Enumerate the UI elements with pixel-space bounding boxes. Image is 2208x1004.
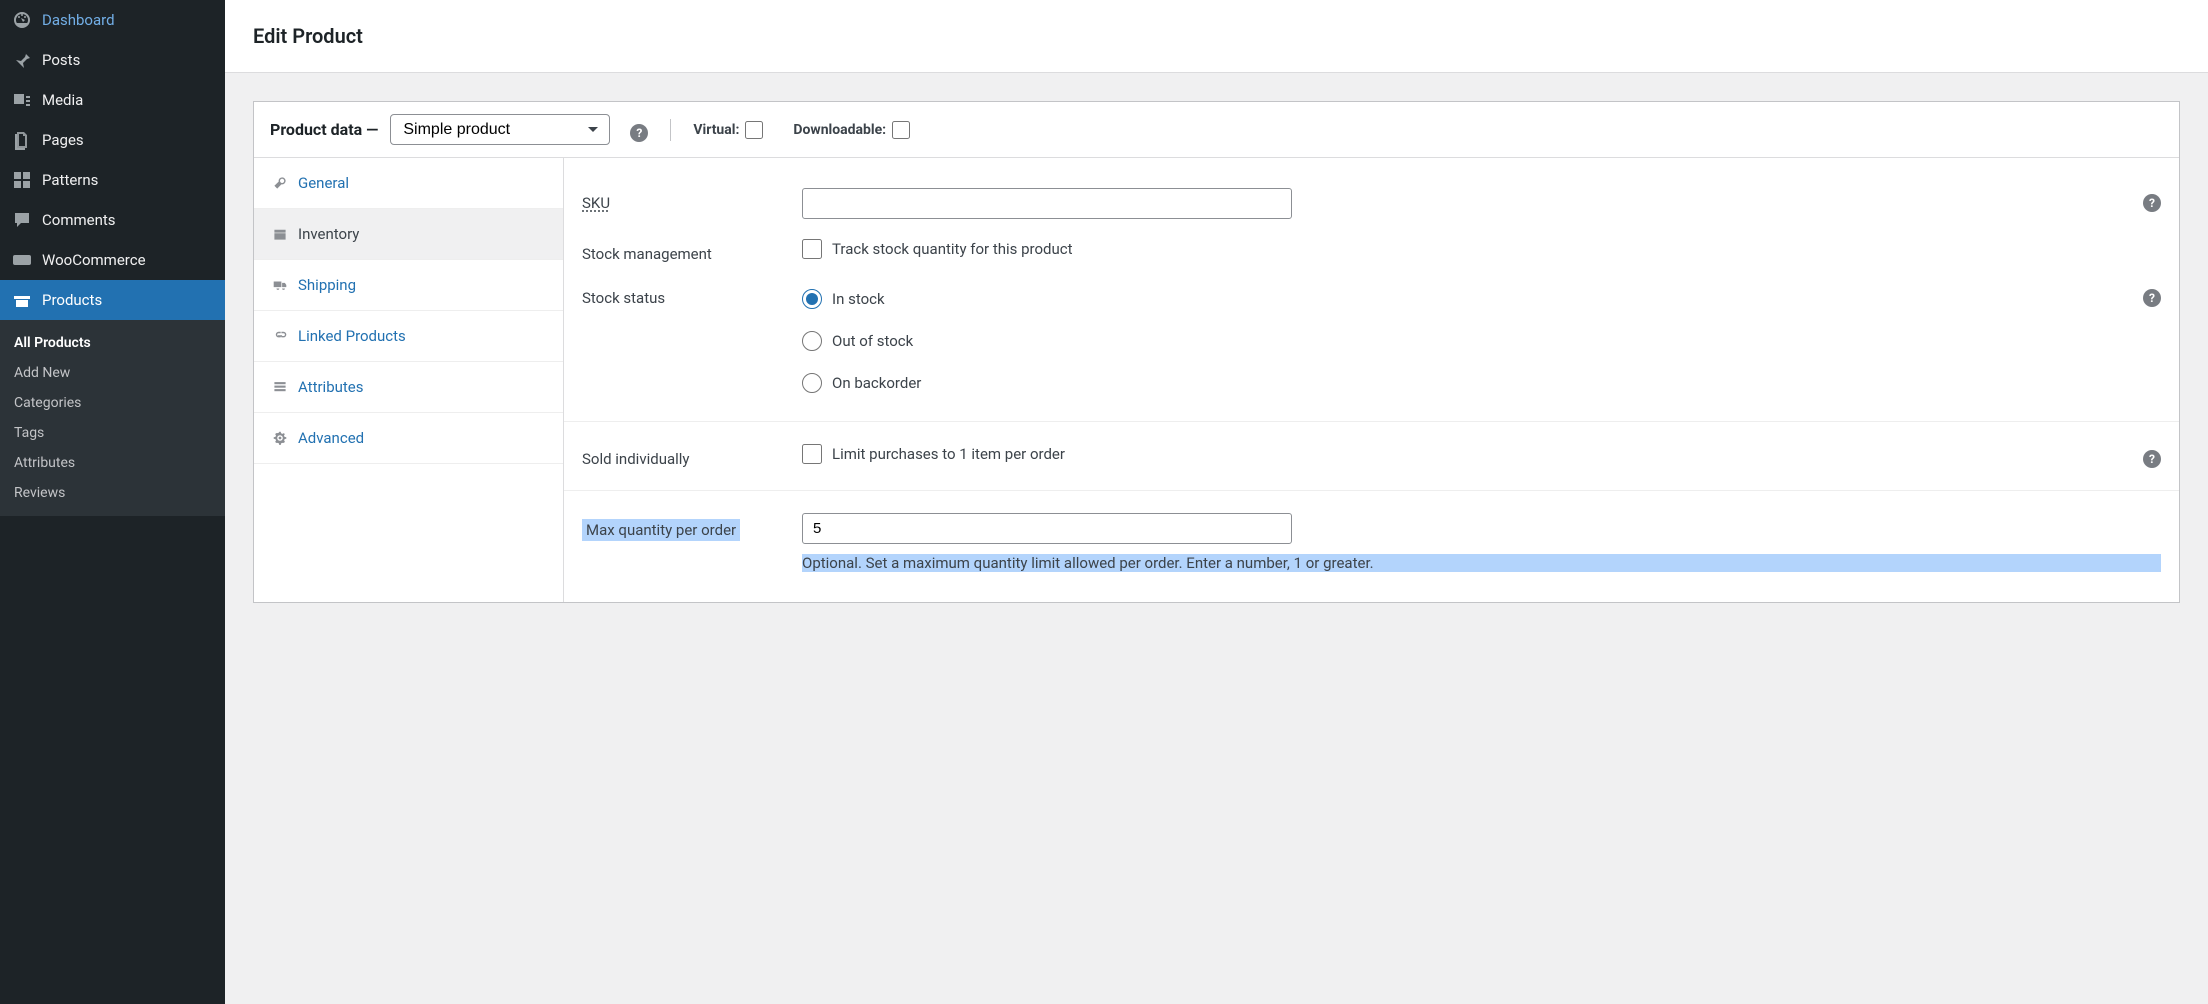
virtual-toggle[interactable]: Virtual: (693, 121, 763, 139)
sidebar-item-pages[interactable]: Pages (0, 120, 225, 160)
sidebar-item-label: Comments (42, 211, 116, 229)
stock-status-radio-instock[interactable] (802, 289, 822, 309)
pages-icon (12, 130, 32, 150)
admin-sidebar: Dashboard Posts Media Pages Patterns Com… (0, 0, 225, 1004)
sku-input[interactable] (802, 188, 1292, 219)
divider (670, 119, 671, 141)
stock-management-checkbox-label: Track stock quantity for this product (832, 240, 1073, 258)
label-max-qty-text: Max quantity per order (582, 519, 740, 541)
max-qty-input[interactable] (802, 513, 1292, 544)
sold-individually-checkbox-row[interactable]: Limit purchases to 1 item per order (802, 444, 2123, 464)
help-icon[interactable]: ? (2143, 450, 2161, 468)
downloadable-label: Downloadable: (793, 122, 886, 138)
sidebar-item-label: Pages (42, 131, 84, 149)
product-data-tabs: General Inventory Shipping Linked P (254, 158, 564, 602)
sidebar-item-label: WooCommerce (42, 251, 146, 269)
label-stock-management: Stock management (582, 239, 782, 263)
label-stock-status: Stock status (582, 283, 782, 307)
tab-label: Advanced (298, 429, 364, 447)
label-sold-individually: Sold individually (582, 444, 782, 468)
radio-label: In stock (832, 290, 885, 308)
tab-label: Attributes (298, 378, 364, 396)
sidebar-item-media[interactable]: Media (0, 80, 225, 120)
help-icon[interactable]: ? (2143, 289, 2161, 307)
row-stock-status: Stock status In stock Out of stock (564, 273, 2179, 409)
tab-inventory[interactable]: Inventory (254, 209, 563, 260)
sidebar-item-label: Posts (42, 51, 80, 69)
stock-management-checkbox-row[interactable]: Track stock quantity for this product (802, 239, 2161, 259)
tab-advanced[interactable]: Advanced (254, 413, 563, 464)
sidebar-item-label: Patterns (42, 171, 98, 189)
tab-general[interactable]: General (254, 158, 563, 209)
tab-label: Inventory (298, 225, 359, 243)
tab-shipping[interactable]: Shipping (254, 260, 563, 311)
link-icon (272, 329, 288, 343)
sidebar-sub-tags[interactable]: Tags (0, 418, 225, 448)
stock-status-radio-onbackorder[interactable] (802, 373, 822, 393)
sidebar-item-comments[interactable]: Comments (0, 200, 225, 240)
row-max-qty: Max quantity per order Optional. Set a m… (564, 490, 2179, 582)
downloadable-checkbox[interactable] (892, 121, 910, 139)
gear-icon (272, 431, 288, 445)
panel-title: Product data — (270, 120, 378, 139)
stock-management-checkbox[interactable] (802, 239, 822, 259)
sold-individually-checkbox[interactable] (802, 444, 822, 464)
tab-attributes[interactable]: Attributes (254, 362, 563, 413)
radio-label: On backorder (832, 374, 921, 392)
virtual-label: Virtual: (693, 122, 739, 138)
sidebar-item-label: Dashboard (42, 11, 115, 29)
products-icon (12, 290, 32, 310)
wrench-icon (272, 176, 288, 190)
label-sku: SKU (582, 188, 782, 212)
media-icon (12, 90, 32, 110)
help-icon[interactable]: ? (2143, 194, 2161, 212)
sidebar-sub-all-products[interactable]: All Products (0, 328, 225, 358)
truck-icon (272, 278, 288, 292)
row-stock-management: Stock management Track stock quantity fo… (564, 229, 2179, 273)
sidebar-sub-attributes[interactable]: Attributes (0, 448, 225, 478)
sidebar-sub-categories[interactable]: Categories (0, 388, 225, 418)
page-header: Edit Product (225, 0, 2208, 73)
inventory-form: SKU ? Stock management Track (564, 158, 2179, 602)
product-data-header: Product data — Simple product ? Virtual:… (254, 102, 2179, 158)
dashboard-icon (12, 10, 32, 30)
sidebar-sub-add-new[interactable]: Add New (0, 358, 225, 388)
pin-icon (12, 50, 32, 70)
woocommerce-icon (12, 250, 32, 270)
list-icon (272, 380, 288, 394)
page-title: Edit Product (253, 24, 2180, 48)
sidebar-item-label: Products (42, 291, 102, 309)
sidebar-item-patterns[interactable]: Patterns (0, 160, 225, 200)
inventory-icon (272, 227, 288, 241)
patterns-icon (12, 170, 32, 190)
tab-linked-products[interactable]: Linked Products (254, 311, 563, 362)
stock-status-onbackorder[interactable]: On backorder (802, 367, 2123, 399)
tab-label: Shipping (298, 276, 356, 294)
sidebar-item-posts[interactable]: Posts (0, 40, 225, 80)
sidebar-item-dashboard[interactable]: Dashboard (0, 0, 225, 40)
stock-status-radio-outofstock[interactable] (802, 331, 822, 351)
sold-individually-checkbox-label: Limit purchases to 1 item per order (832, 445, 1065, 463)
downloadable-toggle[interactable]: Downloadable: (793, 121, 910, 139)
help-icon[interactable]: ? (630, 124, 648, 142)
sidebar-item-woocommerce[interactable]: WooCommerce (0, 240, 225, 280)
max-qty-help: Optional. Set a maximum quantity limit a… (802, 554, 2161, 572)
radio-label: Out of stock (832, 332, 913, 350)
stock-status-instock[interactable]: In stock (802, 283, 2123, 315)
product-type-select[interactable]: Simple product (390, 114, 610, 145)
tab-label: Linked Products (298, 327, 406, 345)
row-sold-individually: Sold individually Limit purchases to 1 i… (564, 421, 2179, 478)
sidebar-submenu-products: All Products Add New Categories Tags Att… (0, 320, 225, 516)
virtual-checkbox[interactable] (745, 121, 763, 139)
sidebar-item-products[interactable]: Products (0, 280, 225, 320)
tab-label: General (298, 174, 349, 192)
comments-icon (12, 210, 32, 230)
label-max-qty: Max quantity per order (582, 513, 782, 541)
product-data-panel: Product data — Simple product ? Virtual:… (253, 101, 2180, 603)
row-sku: SKU ? (564, 178, 2179, 229)
sidebar-item-label: Media (42, 91, 83, 109)
main-content: Edit Product Product data — Simple produ… (225, 0, 2208, 1004)
stock-status-outofstock[interactable]: Out of stock (802, 325, 2123, 357)
sidebar-sub-reviews[interactable]: Reviews (0, 478, 225, 508)
